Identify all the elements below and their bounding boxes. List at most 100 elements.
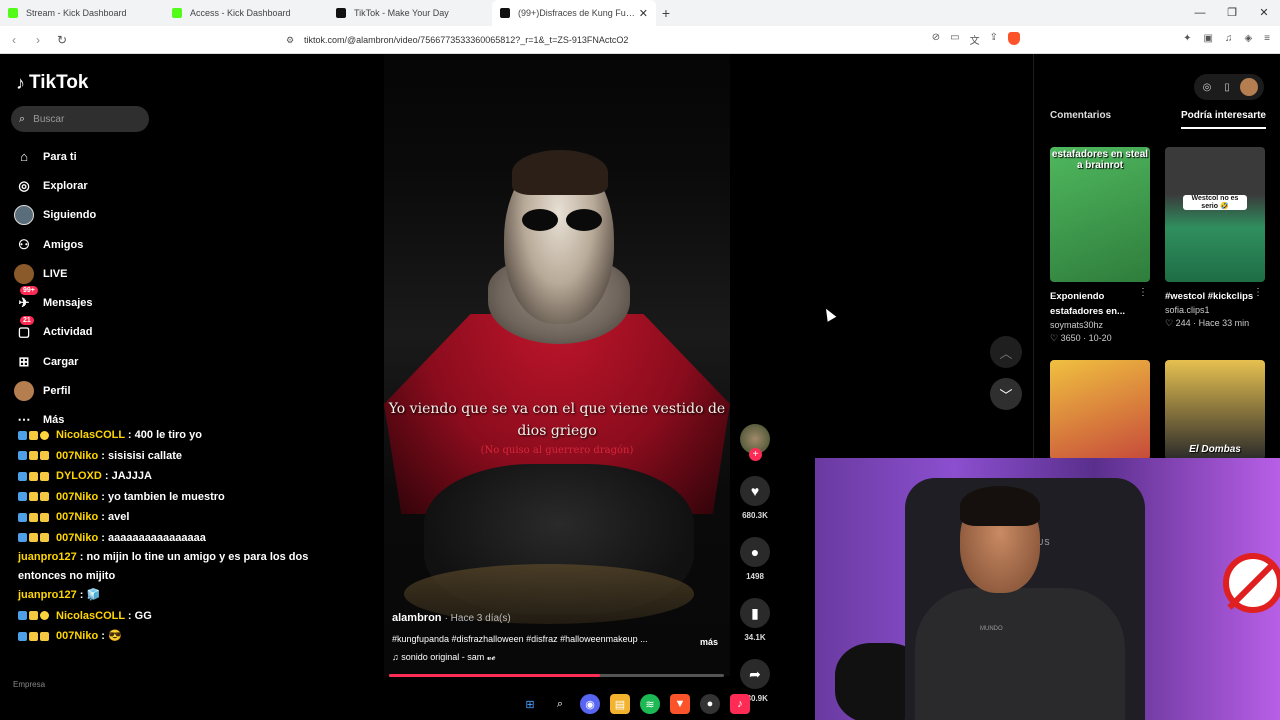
chat-badges bbox=[18, 487, 56, 508]
minimize-icon[interactable]: — bbox=[1184, 0, 1216, 26]
sidebar-item-amigos[interactable]: ⚇ Amigos bbox=[14, 230, 96, 259]
coin-icon[interactable]: ◎ bbox=[1200, 82, 1214, 93]
vpn-icon[interactable]: ◈ bbox=[1244, 33, 1252, 44]
suggestion-author[interactable]: sofia.clips1 bbox=[1165, 305, 1265, 315]
sidebar-item-siguiendo[interactable]: Siguiendo bbox=[14, 201, 96, 230]
windows-start-icon[interactable]: ⊞ bbox=[520, 694, 540, 714]
tab-comentarios[interactable]: Comentarios bbox=[1050, 110, 1111, 129]
sidebar-item-explorar[interactable]: ◎ Explorar bbox=[14, 171, 96, 200]
site-info-icon[interactable]: ⚙ bbox=[286, 32, 294, 49]
chat-message: 007Niko : sisisisi callate bbox=[18, 446, 338, 467]
upload-icon: ⊞ bbox=[18, 353, 30, 369]
sidebar-item-perfil[interactable]: Perfil bbox=[14, 376, 96, 405]
footer-link[interactable]: Empresa bbox=[13, 680, 45, 689]
browser-tab[interactable]: Access - Kick Dashboard bbox=[164, 0, 328, 26]
activity-badge: 21 bbox=[20, 315, 34, 325]
user-avatar[interactable] bbox=[1240, 78, 1258, 96]
kebab-menu-icon[interactable]: ⋮ bbox=[1138, 287, 1148, 298]
chat-message: juanpro127 : 🧊 bbox=[18, 585, 338, 606]
comment-action[interactable]: ● 1498 bbox=[735, 537, 775, 581]
reload-icon[interactable]: ↻ bbox=[52, 33, 72, 47]
kebab-menu-icon[interactable]: ⋮ bbox=[1253, 287, 1263, 298]
tab-title: Access - Kick Dashboard bbox=[190, 8, 291, 18]
chevron-down-icon[interactable]: ﹀ bbox=[990, 378, 1022, 410]
share-arrow-icon[interactable]: ➦ bbox=[740, 659, 770, 689]
follow-plus-icon[interactable]: + bbox=[749, 448, 762, 461]
tiktok-logo[interactable]: ♪ TikTok bbox=[16, 72, 88, 94]
forward-icon[interactable]: › bbox=[28, 33, 48, 47]
tab-podria-interesarte[interactable]: Podría interesarte bbox=[1180, 110, 1266, 129]
media-icon[interactable]: ♫ bbox=[1225, 33, 1233, 44]
video-progress-bar[interactable] bbox=[389, 674, 724, 677]
suggestion-card[interactable]: estafadores en steal a brainrot Exponien… bbox=[1050, 147, 1150, 344]
comment-icon[interactable]: ● bbox=[740, 537, 770, 567]
share-icon[interactable]: ⇪ bbox=[990, 32, 998, 47]
no-tracking-icon[interactable]: ⊘ bbox=[932, 32, 940, 47]
author-name[interactable]: alambron bbox=[392, 612, 442, 624]
post-time: · Hace 3 día(s) bbox=[444, 613, 511, 624]
sidebar-item-live[interactable]: LIVE bbox=[14, 259, 96, 288]
chat-username: 007Niko bbox=[56, 449, 99, 462]
close-icon[interactable]: ✕ bbox=[639, 7, 648, 20]
suggestion-thumbnail[interactable]: estafadores en steal a brainrot bbox=[1050, 147, 1150, 282]
spotify-icon[interactable]: ≋ bbox=[640, 694, 660, 714]
browser-tab[interactable]: Stream - Kick Dashboard bbox=[0, 0, 164, 26]
chat-message: juanpro127 : no mijin lo tine un amigo y… bbox=[18, 548, 338, 585]
video-player[interactable]: Yo viendo que se va con el que viene ves… bbox=[384, 54, 730, 676]
cast-icon[interactable]: ▭ bbox=[950, 32, 959, 47]
file-explorer-icon[interactable]: ▤ bbox=[610, 694, 630, 714]
more-button[interactable]: más bbox=[700, 637, 718, 647]
video-frame-eye bbox=[522, 209, 558, 231]
sidebar-item-mensajes[interactable]: ✈ 99+ Mensajes bbox=[14, 286, 96, 317]
chat-separator: : bbox=[98, 511, 108, 523]
chat-separator: : bbox=[98, 449, 108, 462]
address-bar: ‹ › ↻ ⚙ tiktok.com/@alambron/video/75667… bbox=[0, 26, 1280, 54]
video-hashtags[interactable]: #kungfupanda #disfrazhalloween #disfraz … bbox=[392, 634, 722, 644]
suggestion-card[interactable] bbox=[1050, 360, 1150, 460]
save-action[interactable]: ▮ 34.1K bbox=[735, 598, 775, 642]
chat-username: DYLOXD bbox=[56, 470, 102, 482]
discord-icon[interactable]: ◉ bbox=[580, 694, 600, 714]
sidebar-item-cargar[interactable]: ⊞ Cargar bbox=[14, 347, 96, 376]
search-input[interactable]: ⌕ Buscar bbox=[11, 106, 149, 132]
heart-icon[interactable]: ♥ bbox=[740, 476, 770, 506]
chat-badges bbox=[18, 466, 56, 487]
suggestion-author[interactable]: soymats30hz bbox=[1050, 320, 1150, 330]
translate-icon[interactable]: 文 bbox=[970, 32, 980, 47]
url-field[interactable]: ⚙ tiktok.com/@alambron/video/75667735333… bbox=[282, 32, 1002, 49]
new-tab-button[interactable]: + bbox=[656, 5, 676, 21]
suggestion-stats: ♡ 244 · Hace 33 min bbox=[1165, 318, 1250, 328]
suggestion-card[interactable]: El Dombas bbox=[1165, 360, 1265, 460]
author-row: alambron · Hace 3 día(s) bbox=[392, 612, 722, 624]
like-action[interactable]: ♥ 680.3K bbox=[735, 476, 775, 520]
restore-icon[interactable]: ❐ bbox=[1216, 0, 1248, 26]
suggestion-card[interactable]: Westcol no es serio 🤣 #westcol #kickclip… bbox=[1165, 147, 1265, 329]
comment-count: 1498 bbox=[746, 572, 764, 581]
extensions-icon[interactable]: ✦ bbox=[1183, 33, 1191, 44]
tiktok-app-icon[interactable]: ♪ bbox=[730, 694, 750, 714]
device-icon[interactable]: ▯ bbox=[1220, 82, 1234, 93]
following-avatar-icon bbox=[14, 205, 34, 226]
close-window-icon[interactable]: ✕ bbox=[1248, 0, 1280, 26]
suggestion-thumbnail[interactable]: Westcol no es serio 🤣 bbox=[1165, 147, 1265, 282]
search-icon[interactable]: ⌕ bbox=[550, 694, 570, 714]
sidebar-icon[interactable]: ▣ bbox=[1204, 33, 1213, 44]
sound-link[interactable]: ♫ sonido original - sam 𝓿𝓮 bbox=[392, 652, 722, 663]
browser-tab-active[interactable]: (99+)Disfraces de Kung Fu Panda ✕ bbox=[492, 0, 656, 26]
suggestion-thumbnail[interactable]: El Dombas bbox=[1165, 360, 1265, 460]
taskbar: ⊞ ⌕ ◉ ▤ ≋ ▼ ● ♪ bbox=[520, 694, 750, 714]
menu-icon[interactable]: ≡ bbox=[1264, 33, 1270, 44]
sidebar-item-actividad[interactable]: ▢ 21 Actividad bbox=[14, 315, 96, 347]
bookmark-icon[interactable]: ▮ bbox=[740, 598, 770, 628]
suggestion-thumbnail[interactable] bbox=[1050, 360, 1150, 460]
browser-tab[interactable]: TikTok - Make Your Day bbox=[328, 0, 492, 26]
obs-icon[interactable]: ● bbox=[700, 694, 720, 714]
sidebar-item-para-ti[interactable]: ⌂ Para ti bbox=[14, 142, 96, 171]
chevron-up-icon[interactable]: ︿ bbox=[990, 336, 1022, 368]
right-panel: ◎ ▯ Comentarios Podría interesarte estaf… bbox=[1033, 54, 1280, 464]
author-avatar[interactable]: + bbox=[740, 424, 770, 461]
chat-separator: : bbox=[124, 429, 135, 441]
back-icon[interactable]: ‹ bbox=[4, 33, 24, 47]
brave-shield-icon[interactable] bbox=[1008, 32, 1020, 45]
brave-browser-icon[interactable]: ▼ bbox=[670, 694, 690, 714]
